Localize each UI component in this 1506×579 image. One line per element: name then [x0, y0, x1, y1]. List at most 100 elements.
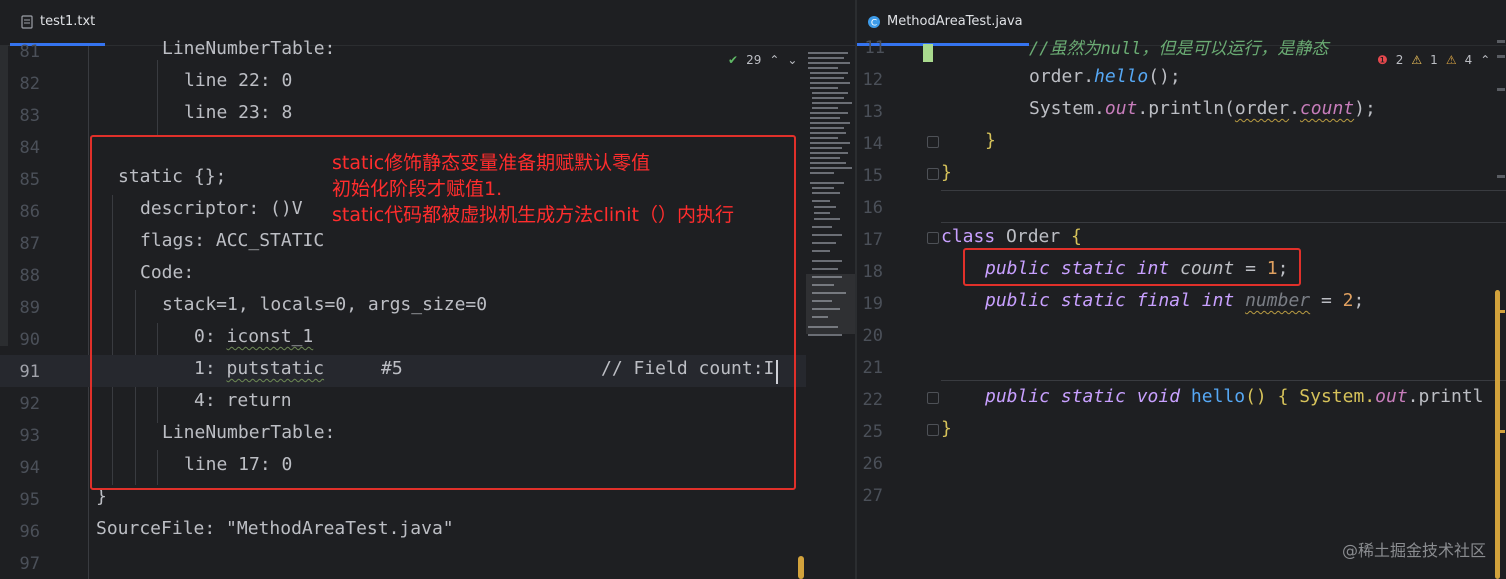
line-number: 18 — [862, 262, 883, 282]
left-tab-bar: test1.txt — [0, 0, 856, 46]
scrollbar-marker[interactable] — [798, 556, 804, 579]
line-number: 89 — [19, 298, 40, 318]
check-count: 29 — [746, 53, 762, 67]
scroll-mark — [1497, 40, 1505, 43]
warning-count: 1 — [1430, 53, 1438, 67]
code-token: hello — [1190, 386, 1246, 407]
line-number: 85 — [19, 170, 40, 190]
code-line[interactable]: } — [941, 162, 952, 183]
line-number: 16 — [862, 198, 883, 218]
fold-icon[interactable] — [927, 232, 939, 244]
expand-icon[interactable] — [927, 392, 939, 404]
line-number: 93 — [19, 426, 40, 446]
code-line[interactable]: line 23: 8 — [184, 102, 292, 123]
scroll-mark — [1497, 430, 1505, 433]
scroll-mark — [1497, 310, 1505, 313]
svg-text:C: C — [871, 18, 877, 28]
code-token: Order — [1006, 226, 1061, 247]
line-number: 88 — [19, 266, 40, 286]
code-token: out — [1104, 98, 1138, 119]
weak-warning-icon: ⚠ — [1445, 53, 1457, 67]
line-number: 87 — [19, 234, 40, 254]
code-line[interactable]: LineNumberTable: — [162, 38, 335, 59]
line-number: 15 — [862, 166, 883, 186]
tab-test1-txt[interactable]: test1.txt — [10, 0, 105, 46]
line-number: 21 — [862, 358, 883, 378]
line-number: 14 — [862, 134, 883, 154]
code-line[interactable]: class Order { — [941, 226, 1082, 247]
error-icon: ❶ — [1377, 53, 1388, 67]
code-token: . — [1289, 98, 1300, 119]
weak-warning-count: 4 — [1464, 53, 1473, 67]
line-number: 81 — [19, 42, 40, 62]
line-number: 86 — [19, 202, 40, 222]
code-token: class — [941, 226, 1007, 247]
code-token: . — [1083, 66, 1095, 87]
code-line[interactable]: } — [985, 130, 996, 151]
fold-icon[interactable] — [927, 168, 939, 180]
line-number: 26 — [862, 454, 883, 474]
chevron-up-icon[interactable]: ⌃ — [769, 53, 779, 67]
code-line[interactable]: SourceFile: "MethodAreaTest.java" — [96, 518, 454, 539]
line-number: 22 — [862, 390, 883, 410]
code-token: = — [1310, 290, 1343, 311]
line-number: 12 — [862, 70, 883, 90]
code-line[interactable]: } — [941, 418, 952, 439]
code-comment: //虽然为null，但是可以运行，是静态 — [1029, 39, 1329, 59]
line-number: 91 — [19, 362, 40, 382]
method-separator — [941, 222, 1506, 223]
line-number: 13 — [862, 102, 883, 122]
line-number: 97 — [19, 554, 40, 574]
indent-guide — [157, 60, 158, 135]
chevron-up-icon[interactable]: ⌃ — [1480, 53, 1490, 67]
text-file-icon — [20, 14, 34, 29]
line-number: 27 — [862, 486, 883, 506]
code-token: out — [1375, 386, 1408, 407]
indent-guide — [88, 46, 89, 579]
code-line[interactable]: order.hello(); — [1029, 66, 1181, 87]
right-editor-pane: C MethodAreaTest.java //虽然为null，但是可以运行，是… — [857, 0, 1506, 579]
chevron-down-icon[interactable]: ⌄ — [787, 53, 797, 67]
line-number: 84 — [19, 138, 40, 158]
code-line[interactable]: line 22: 0 — [184, 70, 292, 91]
line-number: 96 — [19, 522, 40, 542]
line-number: 20 — [862, 326, 883, 346]
code-token: ); — [1354, 98, 1376, 119]
code-token: ; — [1353, 290, 1365, 311]
tab-label: test1.txt — [40, 14, 96, 29]
code-line[interactable]: public static final int number = 2; — [985, 290, 1364, 311]
code-token: order — [1029, 66, 1084, 87]
error-count: 2 — [1395, 53, 1404, 67]
line-number: 90 — [19, 330, 40, 350]
line-number: 92 — [19, 394, 40, 414]
code-line[interactable]: public static void hello() { System.out.… — [985, 386, 1484, 407]
code-token: System. — [1029, 98, 1105, 119]
annotation-box — [963, 248, 1301, 286]
code-token: .printl — [1407, 386, 1484, 407]
line-number: 82 — [19, 74, 40, 94]
java-class-icon: C — [867, 15, 881, 29]
code-line[interactable]: System.out.println(order.count); — [1029, 98, 1376, 119]
method-separator — [941, 190, 1506, 191]
code-token: public static final int — [985, 290, 1246, 311]
inspection-widget[interactable]: ✔ 29 ⌃ ⌄ — [728, 53, 797, 67]
scroll-mark — [1497, 88, 1505, 91]
method-separator — [941, 380, 1506, 381]
code-token: public static void — [985, 386, 1191, 407]
line-number: 17 — [862, 230, 883, 250]
minimap[interactable] — [806, 50, 856, 350]
code-token: number — [1245, 290, 1311, 311]
line-number: 19 — [862, 294, 883, 314]
line-number: 95 — [19, 490, 40, 510]
code-token: 2 — [1342, 290, 1354, 311]
scrollbar-thumb[interactable] — [1495, 290, 1500, 579]
scroll-mark — [1497, 175, 1505, 178]
line-number: 83 — [19, 106, 40, 126]
left-editor-pane: test1.txt ✔ 29 ⌃ ⌄ 81 82 83 84 85 86 87 … — [0, 0, 856, 579]
fold-icon[interactable] — [927, 424, 939, 436]
annotation-text: static修饰静态变量准备期赋默认零值 初始化阶段才赋值1. static代码… — [332, 152, 734, 226]
change-marker — [923, 44, 933, 62]
fold-icon[interactable] — [927, 136, 939, 148]
code-token: count — [1299, 98, 1355, 119]
problems-widget[interactable]: ❶ 2 ⚠ 1 ⚠ 4 ⌃ — [1373, 53, 1495, 67]
